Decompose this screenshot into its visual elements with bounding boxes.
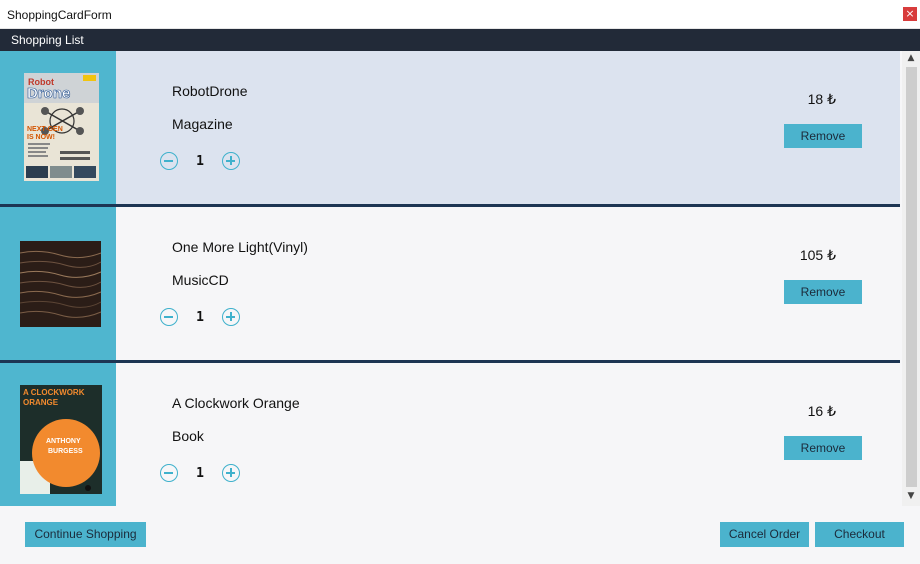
item-name: A Clockwork Orange: [172, 395, 300, 411]
increase-quantity-button[interactable]: [222, 464, 240, 482]
scroll-up-icon[interactable]: ▲: [902, 53, 920, 63]
cancel-order-button[interactable]: Cancel Order: [720, 522, 809, 547]
book-cover-image: A CLOCKWORK ORANGE ANTHONY BURGESS: [20, 385, 102, 494]
shopping-list-header: Shopping List: [0, 29, 920, 51]
vertical-scrollbar[interactable]: ▲ ▼: [902, 51, 920, 506]
item-category: Book: [172, 428, 204, 444]
quantity-value: 1: [196, 153, 204, 169]
vinyl-cover-image: [19, 241, 102, 327]
item-name: RobotDrone: [172, 83, 248, 99]
svg-text:NEXT-GEN: NEXT-GEN: [27, 126, 63, 133]
remove-button[interactable]: Remove: [784, 124, 862, 148]
cart-item-one-more-light: One More Light(Vinyl) MusicCD 1 105 ₺ Re…: [0, 207, 900, 363]
svg-text:A CLOCKWORK: A CLOCKWORK: [23, 388, 85, 397]
svg-text:Drone: Drone: [27, 85, 70, 102]
shopping-list: Robot Drone NEXT-GEN IS NOW! RobotDrone …: [0, 51, 902, 506]
decrease-quantity-button[interactable]: [160, 464, 178, 482]
item-price: 18 ₺: [807, 91, 836, 107]
svg-text:BURGESS: BURGESS: [48, 448, 83, 455]
cart-item-clockwork-orange: A CLOCKWORK ORANGE ANTHONY BURGESS A Clo…: [0, 363, 900, 506]
quantity-value: 1: [196, 309, 204, 325]
decrease-quantity-button[interactable]: [160, 152, 178, 170]
item-info: RobotDrone Magazine 1 18 ₺ Remove: [116, 51, 900, 204]
continue-shopping-button[interactable]: Continue Shopping: [25, 522, 146, 547]
close-button[interactable]: ×: [903, 7, 917, 21]
title-bar: ShoppingCardForm ×: [0, 0, 920, 29]
quantity-stepper: 1: [160, 464, 240, 482]
magazine-cover-image: Robot Drone NEXT-GEN IS NOW!: [24, 73, 99, 181]
svg-text:IS NOW!: IS NOW!: [27, 134, 55, 141]
item-thumbnail: A CLOCKWORK ORANGE ANTHONY BURGESS: [0, 363, 116, 506]
decrease-quantity-button[interactable]: [160, 308, 178, 326]
scroll-down-icon[interactable]: ▼: [902, 491, 920, 501]
item-price: 16 ₺: [807, 403, 836, 419]
item-info: A Clockwork Orange Book 1 16 ₺ Remove: [116, 363, 900, 506]
item-category: Magazine: [172, 116, 233, 132]
action-bar: Continue Shopping Cancel Order Checkout: [0, 506, 920, 564]
item-info: One More Light(Vinyl) MusicCD 1 105 ₺ Re…: [116, 207, 900, 360]
svg-text:ORANGE: ORANGE: [23, 398, 59, 407]
remove-button[interactable]: Remove: [784, 436, 862, 460]
shopping-card-window: ShoppingCardForm × Shopping List Robot D…: [0, 0, 920, 564]
scrollbar-thumb[interactable]: [906, 67, 917, 487]
quantity-stepper: 1: [160, 152, 240, 170]
item-thumbnail: [0, 207, 116, 360]
item-name: One More Light(Vinyl): [172, 239, 308, 255]
svg-text:ANTHONY: ANTHONY: [46, 438, 81, 445]
increase-quantity-button[interactable]: [222, 152, 240, 170]
cart-item-robotdrone: Robot Drone NEXT-GEN IS NOW! RobotDrone …: [0, 51, 900, 207]
window-title: ShoppingCardForm: [7, 8, 112, 22]
item-category: MusicCD: [172, 272, 229, 288]
increase-quantity-button[interactable]: [222, 308, 240, 326]
shopping-list-label: Shopping List: [11, 33, 84, 47]
quantity-stepper: 1: [160, 308, 240, 326]
item-thumbnail: Robot Drone NEXT-GEN IS NOW!: [0, 51, 116, 204]
checkout-button[interactable]: Checkout: [815, 522, 904, 547]
remove-button[interactable]: Remove: [784, 280, 862, 304]
quantity-value: 1: [196, 465, 204, 481]
item-price: 105 ₺: [799, 247, 836, 263]
